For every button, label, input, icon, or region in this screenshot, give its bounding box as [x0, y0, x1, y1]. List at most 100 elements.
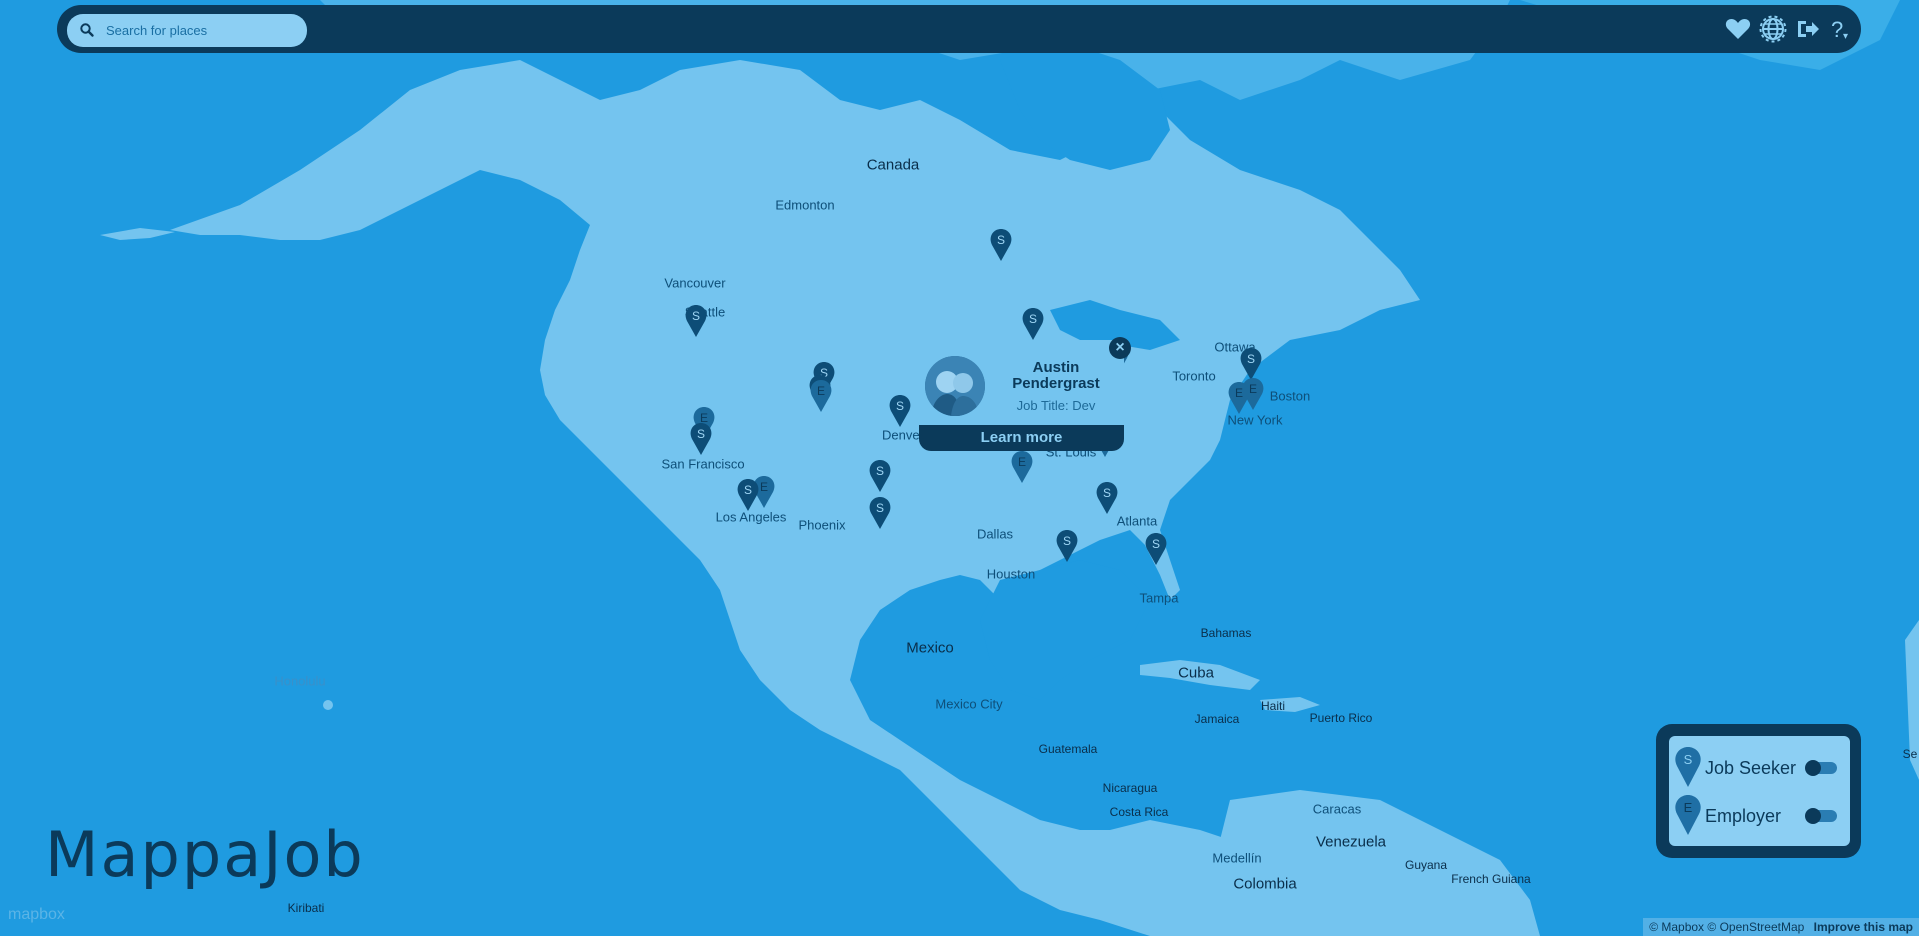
- place-label-dallas: Dallas: [976, 526, 1014, 542]
- map-canvas[interactable]: [0, 0, 1919, 936]
- place-label-boston: Boston: [1269, 388, 1311, 404]
- place-label-canada: Canada: [866, 156, 920, 174]
- job-seeker-marker[interactable]: S: [684, 304, 708, 338]
- svg-text:▾: ▾: [1843, 31, 1848, 42]
- popup-job-title: Job Title: Dev: [1016, 398, 1096, 413]
- legend-inner: S Job Seeker E Employer: [1669, 736, 1850, 846]
- job-seeker-marker[interactable]: S: [888, 394, 912, 428]
- place-label-frenchguiana: French Guiana: [1451, 872, 1531, 886]
- place-label-colombia: Colombia: [1233, 875, 1297, 893]
- place-label-se: Se: [1902, 747, 1918, 761]
- place-label-vancouver: Vancouver: [664, 275, 726, 291]
- toggle-knob: [1805, 760, 1821, 776]
- avatar[interactable]: [925, 356, 985, 416]
- marker-letter: S: [996, 233, 1005, 247]
- osm-attribution-link[interactable]: © OpenStreetMap: [1707, 920, 1804, 934]
- employer-label: Employer: [1705, 806, 1782, 826]
- popup-name: Austin Pendergrast: [1012, 359, 1100, 392]
- job-seeker-marker[interactable]: S: [868, 459, 892, 493]
- employer-pin-icon: E: [1675, 795, 1701, 835]
- place-label-houston: Houston: [986, 566, 1036, 582]
- place-label-medellin: Medellín: [1212, 850, 1262, 866]
- svg-text:S: S: [1684, 752, 1693, 767]
- employer-marker[interactable]: E: [809, 379, 833, 413]
- place-label-mexicocity: Mexico City: [935, 696, 1003, 712]
- marker-letter: S: [895, 399, 904, 413]
- place-label-denver: Denver: [882, 427, 924, 443]
- place-label-jamaica: Jamaica: [1194, 712, 1240, 726]
- place-label-caracas: Caracas: [1312, 801, 1362, 817]
- place-label-haiti: Haiti: [1260, 699, 1286, 713]
- place-label-toronto: Toronto: [1172, 368, 1216, 384]
- marker-letter: S: [1151, 537, 1160, 551]
- place-label-edmonton: Edmonton: [775, 197, 835, 213]
- legend-row-employer: E Employer: [1669, 794, 1850, 838]
- place-label-kiribati: Kiribati: [287, 901, 325, 915]
- job-seeker-toggle[interactable]: [1805, 760, 1837, 776]
- employer-marker[interactable]: E: [1010, 450, 1034, 484]
- job-seeker-marker[interactable]: S: [1095, 481, 1119, 515]
- employer-marker[interactable]: E: [1227, 381, 1251, 415]
- job-seeker-marker[interactable]: S: [1239, 347, 1263, 381]
- job-seeker-marker[interactable]: S: [989, 228, 1013, 262]
- search-input[interactable]: [100, 14, 312, 47]
- place-label-costarica: Costa Rica: [1109, 805, 1169, 819]
- legend-row-job-seeker: S Job Seeker: [1669, 746, 1850, 790]
- place-label-cuba: Cuba: [1178, 664, 1214, 682]
- marker-letter: S: [696, 427, 705, 441]
- map-attribution: © Mapbox © OpenStreetMap Improve this ma…: [1643, 918, 1919, 936]
- marker-letter: S: [875, 464, 884, 478]
- marker-letter: S: [691, 309, 700, 323]
- marker-letter: S: [743, 483, 752, 497]
- job-seeker-marker[interactable]: S: [868, 496, 892, 530]
- heart-icon[interactable]: [1724, 15, 1752, 43]
- mapbox-logo-text: mapbox: [8, 906, 65, 923]
- place-label-atlanta: Atlanta: [1116, 513, 1158, 529]
- job-seeker-marker[interactable]: S: [689, 422, 713, 456]
- place-label-mexico: Mexico: [906, 639, 954, 657]
- legend-panel: S Job Seeker E Employer: [1656, 724, 1861, 858]
- marker-letter: E: [1234, 386, 1243, 400]
- brand-name: MappaJob: [45, 818, 365, 891]
- improve-map-link[interactable]: Improve this map: [1814, 920, 1913, 934]
- place-label-venezuela: Venezuela: [1315, 833, 1387, 851]
- place-label-puertorico: Puerto Rico: [1309, 711, 1373, 725]
- profile-popup: Austin Pendergrast Job Title: Dev Learn …: [919, 337, 1131, 451]
- learn-more-button[interactable]: Learn more: [919, 425, 1124, 451]
- popup-close-button[interactable]: ×: [1109, 337, 1131, 359]
- sign-out-icon[interactable]: [1794, 15, 1822, 43]
- marker-letter: E: [816, 384, 825, 398]
- employer-toggle[interactable]: [1805, 808, 1837, 824]
- job-seeker-marker[interactable]: S: [1144, 532, 1168, 566]
- search-box[interactable]: [67, 14, 312, 47]
- place-label-nicaragua: Nicaragua: [1102, 781, 1158, 795]
- mapbox-logo[interactable]: mapbox: [8, 906, 65, 924]
- place-label-sanfrancisco: San Francisco: [661, 456, 745, 472]
- job-seeker-marker[interactable]: S: [1021, 307, 1045, 341]
- marker-letter: S: [1028, 312, 1037, 326]
- job-seeker-marker[interactable]: S: [736, 478, 760, 512]
- job-seeker-marker[interactable]: S: [1055, 529, 1079, 563]
- brand-logo: MappaJob: [45, 815, 363, 895]
- place-label-guatemala: Guatemala: [1038, 742, 1098, 756]
- search-icon: [80, 23, 94, 37]
- popup-body: Austin Pendergrast Job Title: Dev: [919, 340, 1124, 428]
- help-icon[interactable]: ? ▾: [1827, 15, 1855, 43]
- top-navigation-bar: ? ▾: [57, 5, 1861, 53]
- place-label-honolulu: Honolulu: [274, 673, 326, 689]
- place-label-bahamas: Bahamas: [1200, 626, 1252, 640]
- mapbox-attribution-link[interactable]: © Mapbox: [1649, 920, 1704, 934]
- marker-letter: S: [1246, 352, 1255, 366]
- place-label-tampa: Tampa: [1139, 590, 1179, 606]
- place-label-guyana: Guyana: [1404, 858, 1448, 872]
- marker-letter: E: [1017, 455, 1026, 469]
- toggle-knob: [1805, 808, 1821, 824]
- job-seeker-pin-icon: S: [1675, 747, 1701, 787]
- svg-text:E: E: [1684, 800, 1693, 815]
- marker-letter: S: [875, 501, 884, 515]
- job-seeker-label: Job Seeker: [1705, 758, 1797, 778]
- place-label-phoenix: Phoenix: [798, 517, 846, 533]
- globe-icon[interactable]: [1759, 15, 1787, 43]
- svg-text:?: ?: [1831, 17, 1843, 42]
- marker-letter: S: [1102, 486, 1111, 500]
